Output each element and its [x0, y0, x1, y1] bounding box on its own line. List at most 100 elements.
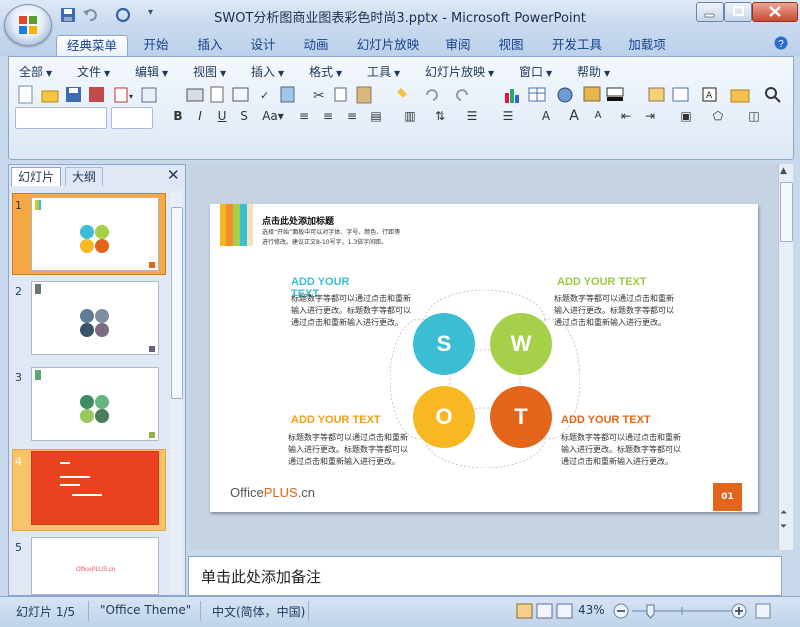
body-line: 输入进行更改。标题数字等都可以: [554, 306, 674, 315]
body-strengths[interactable]: 标题数字等都可以通过点击和重新 输入进行更改。标题数字等都可以 通过点击和重新输…: [291, 293, 421, 329]
swot-circle-o[interactable]: O: [413, 386, 475, 448]
align-center-icon[interactable]: ≡: [319, 107, 337, 125]
numbering-icon[interactable]: ☰: [463, 107, 481, 125]
slide-thumbnail-4[interactable]: [31, 451, 159, 525]
arrange-icon[interactable]: ▣: [677, 107, 695, 125]
accent-bar-5: [247, 204, 253, 246]
format-painter-icon: [397, 88, 407, 98]
ribbon: 全部 ▼ 文件 ▼ 编辑 ▼ 视图 ▼ 插入 ▼ 格式 ▼ 工具 ▼ 幻灯片放映 ▼ 窗口 ▼ 帮…: [8, 56, 794, 160]
align-left-icon[interactable]: ≡: [295, 107, 313, 125]
text-direction-icon[interactable]: ⇅: [431, 107, 449, 125]
office-button[interactable]: [4, 4, 52, 46]
close-pane-icon[interactable]: ✕: [167, 166, 180, 184]
shrink-font-icon[interactable]: A: [589, 107, 607, 125]
slide-scroll-thumb[interactable]: [780, 182, 793, 242]
menu-file[interactable]: 文件 ▼: [77, 63, 110, 80]
restore-button[interactable]: [724, 2, 752, 22]
swot-circle-t[interactable]: T: [490, 386, 552, 448]
svg-text:?: ?: [778, 39, 784, 50]
tab-review[interactable]: 审阅: [438, 35, 478, 56]
bullets-icon[interactable]: ☰: [499, 107, 517, 125]
theme-name[interactable]: "Office Theme": [100, 603, 191, 617]
grow-font-icon[interactable]: A: [565, 107, 583, 125]
tab-outline[interactable]: 大纲: [65, 167, 104, 186]
slide-thumbnail-5[interactable]: OfficePLUS.cn: [31, 537, 159, 595]
slide-subtitle[interactable]: 选择“开始”面板中可以对字体、字号、颜色、行距等 进行修改。建议正文8-10号字…: [262, 228, 400, 248]
align-right-icon[interactable]: ≡: [343, 107, 361, 125]
font-size-combo[interactable]: [111, 107, 153, 129]
menu-all[interactable]: 全部 ▼: [19, 63, 52, 80]
heading-threats[interactable]: ADD YOUR TEXT: [561, 414, 651, 426]
save-icon[interactable]: [60, 7, 76, 23]
tab-slideshow[interactable]: 幻灯片放映: [352, 35, 424, 56]
tab-design[interactable]: 设计: [243, 35, 283, 56]
slides-pane-scroll-thumb[interactable]: [171, 207, 183, 399]
tab-classic-menu[interactable]: 经典菜单: [56, 35, 128, 57]
slide-scrollbar[interactable]: ▲ ⏶ ⏷: [778, 164, 793, 550]
customize-qat-icon[interactable]: ▾: [148, 7, 153, 18]
menu-format[interactable]: 格式 ▼: [309, 63, 342, 80]
help-icon[interactable]: ?: [774, 36, 788, 50]
zoom-slider[interactable]: [612, 602, 772, 620]
slideshow-view-icon: [556, 603, 573, 619]
slide-3-preview: [35, 370, 155, 438]
decrease-indent-icon[interactable]: ⇤: [617, 107, 635, 125]
undo-icon[interactable]: [82, 7, 98, 23]
justify-icon[interactable]: ▤: [367, 107, 385, 125]
tab-developer[interactable]: 开发工具: [546, 35, 608, 56]
menu-window-label: 窗口: [519, 65, 544, 79]
swot-circle-s[interactable]: S: [413, 313, 475, 375]
tab-view[interactable]: 视图: [491, 35, 531, 56]
body-line: 标题数字等都可以通过点击和重新: [554, 294, 674, 303]
prev-slide-icon[interactable]: ⏶: [780, 508, 787, 518]
strikethrough-button[interactable]: S: [235, 107, 253, 125]
menu-tools[interactable]: 工具 ▼: [367, 63, 400, 80]
language-indicator[interactable]: 中文(简体，中国): [212, 603, 305, 620]
increase-indent-icon[interactable]: ⇥: [641, 107, 659, 125]
notes-pane[interactable]: 单击此处添加备注: [188, 556, 782, 596]
slide-title[interactable]: 点击此处添加标题: [262, 214, 334, 227]
body-threats[interactable]: 标题数字等都可以通过点击和重新 输入进行更改。标题数字等都可以 通过点击和重新输…: [561, 432, 691, 468]
font-name-combo[interactable]: [15, 107, 107, 129]
scroll-up-icon[interactable]: ▲: [780, 166, 787, 176]
next-slide-icon[interactable]: ⏷: [780, 522, 787, 532]
change-case-button[interactable]: Aa▾: [259, 107, 287, 125]
columns-icon[interactable]: ▥: [401, 107, 419, 125]
spelling-icon: ✓: [260, 89, 269, 102]
minimize-button[interactable]: [696, 2, 724, 22]
italic-button[interactable]: I: [191, 107, 209, 125]
tab-slides[interactable]: 幻灯片: [11, 167, 62, 186]
heading-weaknesses[interactable]: ADD YOUR TEXT: [557, 276, 647, 288]
redo-icon[interactable]: [115, 7, 131, 23]
close-button[interactable]: [752, 2, 798, 22]
body-weaknesses[interactable]: 标题数字等都可以通过点击和重新 输入进行更改。标题数字等都可以 通过点击和重新输…: [554, 293, 684, 329]
bold-button[interactable]: B: [169, 107, 187, 125]
zoom-level[interactable]: 43%: [578, 603, 605, 617]
menu-window[interactable]: 窗口 ▼: [519, 63, 552, 80]
underline-button[interactable]: U: [213, 107, 231, 125]
menu-help[interactable]: 帮助 ▼: [577, 63, 610, 80]
shapes-icon[interactable]: ⬠: [709, 107, 727, 125]
font-color-icon[interactable]: A: [537, 107, 555, 125]
swot-circle-w[interactable]: W: [490, 313, 552, 375]
normal-view-icon: [516, 603, 533, 619]
tab-animation[interactable]: 动画: [296, 35, 336, 56]
slide-thumbnail-2[interactable]: [31, 281, 159, 355]
body-opportunities[interactable]: 标题数字等都可以通过点击和重新 输入进行更改。标题数字等都可以 通过点击和重新输…: [288, 432, 418, 468]
menu-insert[interactable]: 插入 ▼: [251, 63, 284, 80]
tab-home[interactable]: 开始: [136, 35, 176, 56]
heading-opportunities[interactable]: ADD YOUR TEXT: [291, 414, 381, 426]
menu-edit[interactable]: 编辑 ▼: [135, 63, 168, 80]
menu-slideshow[interactable]: 幻灯片放映 ▼: [425, 63, 494, 80]
tab-insert[interactable]: 插入: [190, 35, 230, 56]
tab-addins[interactable]: 加载项: [622, 35, 672, 56]
slide[interactable]: 点击此处添加标题 选择“开始”面板中可以对字体、字号、颜色、行距等 进行修改。建…: [210, 204, 758, 512]
slide-thumbnail-1[interactable]: [31, 197, 159, 271]
body-line: 标题数字等都可以通过点击和重新: [288, 433, 408, 442]
svg-text:OfficePLUS.cn: OfficePLUS.cn: [76, 567, 115, 573]
slides-pane-scrollbar[interactable]: [170, 191, 183, 593]
quick-styles-icon[interactable]: ◫: [745, 107, 763, 125]
slide-thumbnail-3[interactable]: [31, 367, 159, 441]
new-slide-icon: [648, 87, 665, 102]
menu-view[interactable]: 视图 ▼: [193, 63, 226, 80]
